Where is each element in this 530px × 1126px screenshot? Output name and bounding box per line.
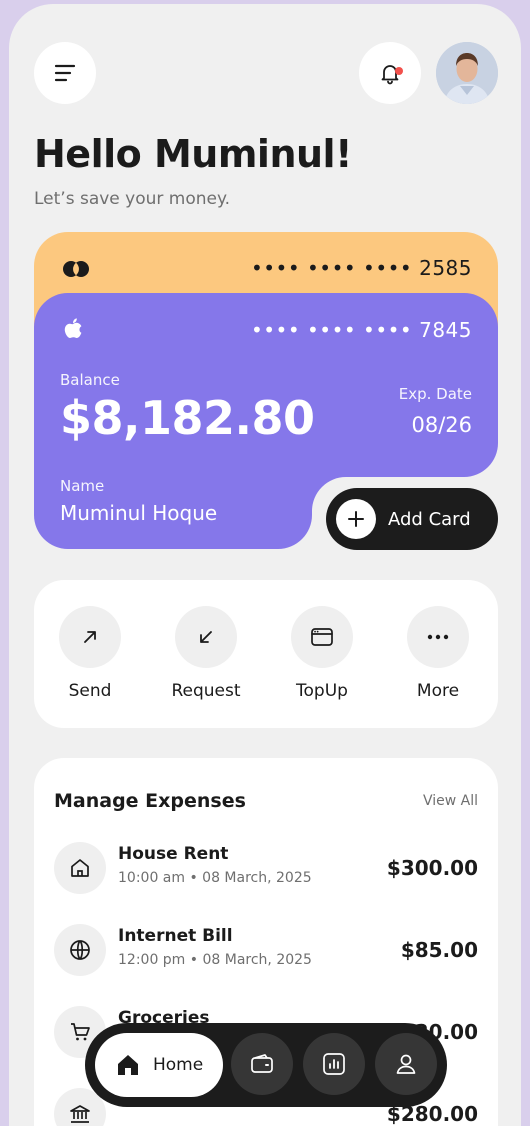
chart-icon [323, 1053, 345, 1075]
wallet-icon [251, 1054, 273, 1073]
home-icon [118, 1055, 138, 1075]
expense-row[interactable]: House Rent 10:00 am • 08 March, 2025 $30… [54, 842, 478, 898]
menu-icon [54, 64, 76, 82]
send-label: Send [68, 681, 112, 701]
expiry-label: Exp. Date [398, 385, 472, 403]
card-back-number: •••• •••• •••• 2585 [250, 256, 472, 280]
nav-profile[interactable] [375, 1033, 437, 1095]
user-avatar[interactable] [436, 42, 498, 104]
cardholder-label: Name [60, 477, 105, 495]
expenses-title: Manage Expenses [54, 790, 246, 812]
menu-button[interactable] [34, 42, 96, 104]
more-label: More [416, 681, 460, 701]
topup-label: TopUp [296, 681, 348, 701]
expense-subtitle: 10:00 am • 08 March, 2025 [118, 870, 312, 886]
greeting-title: Hello Muminul! [34, 132, 352, 176]
nav-home[interactable]: Home [95, 1033, 223, 1097]
quick-actions: Send Request TopUp More [34, 580, 498, 728]
request-label: Request [171, 681, 241, 701]
expense-amount: $300.00 [386, 856, 478, 880]
browser-window-icon [311, 628, 333, 646]
balance-label: Balance [60, 371, 120, 389]
expiry-date: 08/26 [411, 413, 472, 437]
bottom-nav: Home [85, 1023, 447, 1107]
mastercard-icon [63, 261, 89, 277]
cart-icon [71, 1023, 90, 1041]
more-action[interactable]: More [388, 606, 488, 701]
globe-icon [70, 940, 90, 960]
view-all-link[interactable]: View All [423, 793, 478, 809]
house-icon [71, 859, 89, 877]
expense-title: House Rent [118, 844, 229, 864]
bank-icon [70, 1105, 90, 1123]
profile-icon [396, 1054, 416, 1074]
expense-amount: $85.00 [400, 938, 478, 962]
arrow-down-left-icon [200, 631, 212, 643]
nav-wallet[interactable] [231, 1033, 293, 1095]
balance-amount: $8,182.80 [60, 391, 315, 445]
more-dots-icon [427, 634, 449, 640]
arrow-up-right-icon [84, 631, 96, 643]
notifications-button[interactable] [359, 42, 421, 104]
nav-stats[interactable] [303, 1033, 365, 1095]
expense-title: Internet Bill [118, 926, 233, 946]
request-action[interactable]: Request [156, 606, 256, 701]
nav-home-label: Home [153, 1055, 204, 1075]
topup-action[interactable]: TopUp [272, 606, 372, 701]
add-card-label: Add Card [388, 508, 471, 530]
card-front-number: •••• •••• •••• 7845 [250, 318, 472, 342]
expense-row[interactable]: Internet Bill 12:00 pm • 08 March, 2025 … [54, 924, 478, 980]
expense-subtitle: 12:00 pm • 08 March, 2025 [118, 952, 312, 968]
avatar-image [436, 42, 498, 104]
add-card-button[interactable]: Add Card [326, 488, 498, 550]
app-screen: Hello Muminul! Let’s save your money. ••… [9, 4, 521, 1126]
cardholder-name: Muminul Hoque [60, 501, 218, 525]
apple-icon [64, 318, 82, 338]
plus-icon [336, 499, 376, 539]
greeting-subtitle: Let’s save your money. [34, 189, 231, 209]
notification-dot [395, 67, 403, 75]
send-action[interactable]: Send [40, 606, 140, 701]
